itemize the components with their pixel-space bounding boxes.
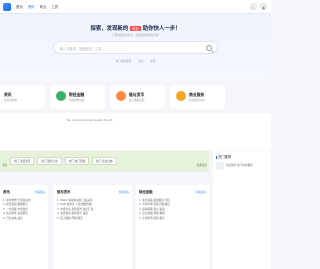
column-title: 财经金融: [139, 190, 153, 194]
category-card-service[interactable]: 商业服务 商业服务动态: [170, 85, 225, 109]
card-subtitle: 洞察财经动态: [69, 99, 85, 102]
list-item[interactable]: 5. 行业动态 速览: [3, 217, 30, 220]
list-item[interactable]: 3. 一文读懂 市场变化: [3, 208, 30, 211]
column-title: 链与货币: [57, 190, 71, 194]
card-subtitle: 商业服务动态: [189, 99, 205, 102]
list-item[interactable]: 2. 项目进展 数据报告: [3, 203, 30, 206]
list-item[interactable]: 2. 今年市场 表现 回顾总结: [139, 203, 170, 206]
hot-link[interactable]: 热门搜索推荐: [116, 60, 132, 63]
article-list: 1. 央行政策 最新解读 分析 2. 今年市场 表现 回顾总结 3. 投资策略 …: [139, 199, 170, 221]
category-card-news[interactable]: 资讯 发现新鲜事: [0, 85, 45, 109]
hero-title-tag: 商业: [130, 26, 141, 31]
list-item[interactable]: 5. 链上数据 周报 精选: [57, 217, 93, 220]
category-card-finance[interactable]: 财经金融 洞察财经动态: [50, 85, 105, 109]
list-item[interactable]: 1. 央行政策 最新解读 分析: [139, 199, 170, 202]
header-actions: ☾ ◉: [250, 3, 267, 10]
list-item[interactable]: 4. 热点事件 追踪解读: [3, 212, 30, 215]
list-item[interactable]: 4. 项目融资 最新消息 速递: [57, 212, 93, 215]
nav-item-tools[interactable]: 工具: [51, 4, 58, 9]
card-subtitle: 发现新鲜事: [4, 99, 17, 102]
hot-recommend-text: 热点推荐 热门内容推荐: [226, 164, 253, 168]
hot-link[interactable]: 商业: [138, 60, 143, 63]
list-item[interactable]: 4. 企业财报 季度 数据: [139, 212, 170, 215]
more-link[interactable]: 查看更多: [119, 190, 129, 194]
news-column: 资讯 查看更多 1. 新年伊始 行业新动向 2. 项目进展 数据报告 3. 一文…: [0, 185, 48, 269]
site-logo[interactable]: [3, 3, 11, 11]
hero-section: 探索，发现新的 商业 助你快人一步！ 汇聚海量优质信息，发现新的机会和可能 输入…: [0, 14, 271, 82]
user-icon[interactable]: ◉: [260, 3, 267, 10]
hero-title: 探索，发现新的 商业 助你快人一步！: [0, 24, 271, 32]
hot-link[interactable]: 资讯: [150, 60, 155, 63]
nav-item-home[interactable]: 首页: [16, 4, 23, 9]
hero-subtitle: 汇聚海量优质信息，发现新的机会和可能: [112, 34, 159, 37]
top-bar: 首页 资讯 商业 工具 ☾ ◉: [0, 0, 271, 14]
banner-footer: 消息 查看更多: [0, 163, 209, 167]
chain-column: 链与货币 查看更多 1. Web3 领域新动态 引发关注 2. DeFi 新协议…: [54, 185, 132, 269]
empty-message: No recommended posts found.: [67, 118, 114, 122]
article-list: 1. Web3 领域新动态 引发关注 2. DeFi 新协议 上线 数据亮眼 3…: [57, 199, 93, 221]
article-list: 1. 新年伊始 行业新动向 2. 项目进展 数据报告 3. 一文读懂 市场变化 …: [3, 199, 30, 221]
list-item[interactable]: 5. 全球经济 展望 报告: [139, 217, 170, 220]
hot-recommend-box: 热门推荐 热点推荐 热门内容推荐: [213, 151, 271, 269]
banner-more-link[interactable]: 查看更多: [197, 163, 207, 167]
nav-item-news[interactable]: 资讯: [28, 4, 35, 9]
service-icon: [176, 91, 186, 101]
spacer: [0, 172, 209, 185]
search-box[interactable]: 输入关键词，搜索资讯、工具...: [53, 41, 218, 54]
hot-recommend-item[interactable]: 热点推荐 热门内容推荐: [216, 162, 253, 170]
more-link[interactable]: 查看更多: [196, 190, 206, 194]
chain-icon: [116, 91, 126, 101]
column-title: 资讯: [3, 190, 10, 194]
list-item[interactable]: 3. 市场分析 趋势研判 观点汇总: [57, 208, 93, 211]
list-item[interactable]: 1. Web3 领域新动态 引发关注: [57, 199, 93, 202]
moon-icon[interactable]: ☾: [250, 3, 257, 10]
nav-item-business[interactable]: 商业: [40, 4, 47, 9]
hot-recommend-title: 热门推荐: [216, 154, 231, 159]
category-card-chain[interactable]: 链与货币 链上数据追踪: [110, 85, 165, 109]
hot-links: 热门搜索推荐 商业 资讯: [0, 59, 271, 63]
finance-icon: [56, 91, 66, 101]
hero-title-part1: 探索，发现新的: [90, 26, 129, 32]
hero-title-part2: 助你快人一步！: [142, 26, 181, 32]
promo-banner[interactable]: 热门 项目资讯 热门 最新上线 热门 热门话题 热门 商业动态 消息 查看更多: [0, 151, 209, 172]
category-cards: 资讯 发现新鲜事 财经金融 洞察财经动态 链与货币 链上数据追踪 商业服务 商业…: [0, 85, 271, 109]
search-icon[interactable]: [206, 45, 212, 51]
finance-column: 财经金融 查看更多 1. 央行政策 最新解读 分析 2. 今年市场 表现 回顾总…: [136, 185, 209, 269]
more-link[interactable]: 查看更多: [35, 190, 45, 194]
search-input[interactable]: 输入关键词，搜索资讯、工具...: [60, 46, 104, 51]
list-item[interactable]: 1. 新年伊始 行业新动向: [3, 199, 30, 202]
card-subtitle: 链上数据追踪: [129, 99, 145, 102]
recommended-panel: No recommended posts found.: [0, 113, 271, 150]
thumbnail-image: [216, 162, 224, 170]
list-item[interactable]: 3. 投资策略 观点 集锦: [139, 208, 170, 211]
list-item[interactable]: 2. DeFi 新协议 上线 数据亮眼: [57, 203, 93, 206]
main-nav: 首页 资讯 商业 工具: [16, 4, 58, 9]
banner-left-text: 消息: [2, 164, 8, 167]
